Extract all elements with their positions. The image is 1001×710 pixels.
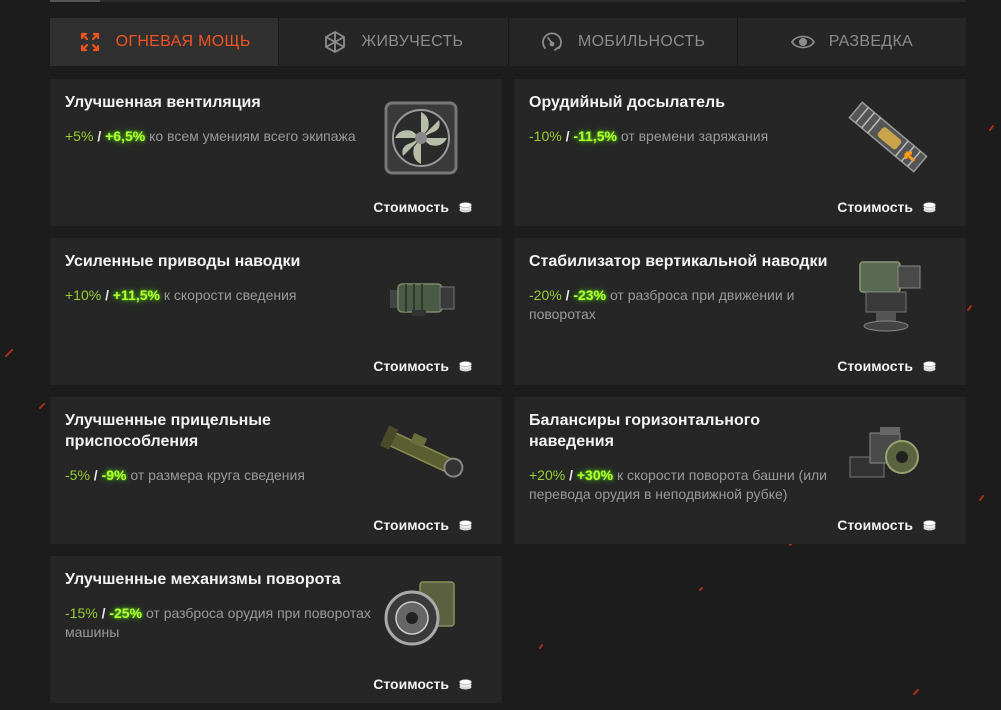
card-description: +10% / +11,5% к скорости сведения (65, 287, 297, 303)
cost-button[interactable]: Стоимость (373, 676, 472, 692)
equipment-card-rotation-mechanism[interactable]: Улучшенные механизмы поворота -15% / -25… (50, 556, 502, 703)
equipment-card-ventilation[interactable]: Улучшенная вентиляция +5% / +6,5% ко все… (50, 79, 502, 226)
effect-text: к скорости сведения (163, 287, 297, 303)
gun-rammer-image (848, 101, 928, 173)
credits-icon (459, 678, 472, 689)
card-title: Стабилизатор вертикальной наводки (529, 253, 828, 270)
card-description: +20% / +30% к скорости поворота башни (и… (529, 467, 828, 502)
value-improved: -23% (573, 287, 607, 303)
card-description: -20% / -23% от разброса при движении и п… (529, 287, 795, 322)
cost-button[interactable]: Стоимость (837, 517, 936, 533)
value-improved: -11,5% (573, 128, 617, 144)
rotation-mechanism-image (384, 581, 455, 646)
aiming-drive-motor-image (390, 283, 455, 316)
value-improved: +30% (576, 467, 614, 483)
tab-label: РАЗВЕДКА (828, 33, 914, 50)
speedometer-icon (540, 30, 564, 54)
value-standard: -5% (65, 467, 90, 483)
equipment-card-stabilizer[interactable]: Стабилизатор вертикальной наводки -20% /… (514, 238, 966, 385)
value-standard: +5% (65, 128, 94, 144)
stabilizer-image (859, 261, 921, 332)
effect-text: от времени заряжания (620, 128, 769, 144)
value-standard: -10% (529, 128, 562, 144)
card-title: Балансиры горизонтального наведения (529, 412, 760, 450)
card-description: -5% / -9% от размера круга сведения (65, 467, 305, 483)
credits-icon (459, 360, 472, 371)
effect-text: к скорости поворота башни (или перевода … (529, 467, 828, 502)
value-standard: +20% (529, 467, 566, 483)
tab-mobility[interactable]: МОБИЛЬНОСТЬ (509, 18, 738, 66)
value-improved: -25% (109, 605, 143, 621)
value-standard: -15% (65, 605, 98, 621)
gun-sight-image (379, 425, 464, 478)
crosshair-icon (78, 30, 102, 54)
card-description: -15% / -25% от разброса орудия при повор… (65, 605, 371, 640)
equipment-card-rammer[interactable]: Орудийный досылатель -10% / -11,5% от вр… (514, 79, 966, 226)
category-tabs: ОГНЕВАЯ МОЩЬ ЖИВУЧЕСТЬ МОБИЛЬНОСТЬ РАЗВЕ… (50, 18, 966, 66)
cost-button[interactable]: Стоимость (837, 199, 936, 215)
cost-button[interactable]: Стоимость (373, 358, 472, 374)
card-description: +5% / +6,5% ко всем умениям всего экипаж… (65, 128, 356, 144)
cost-button[interactable]: Стоимость (373, 517, 472, 533)
credits-icon (923, 360, 936, 371)
value-improved: +6,5% (105, 128, 146, 144)
ventilation-fan-image (384, 101, 458, 175)
equipment-card-balancers[interactable]: Балансиры горизонтального наведения +20%… (514, 397, 966, 544)
cost-button[interactable]: Стоимость (373, 199, 472, 215)
top-strip (50, 0, 966, 2)
card-title: Улучшенные прицельные приспособления (65, 412, 271, 450)
equipment-card-gun-sights[interactable]: Улучшенные прицельные приспособления -5%… (50, 397, 502, 544)
cost-button[interactable]: Стоимость (837, 358, 936, 374)
tab-label: ЖИВУЧЕСТЬ (361, 33, 464, 50)
tab-recon[interactable]: РАЗВЕДКА (738, 18, 966, 66)
card-title: Усиленные приводы наводки (65, 253, 301, 270)
value-improved: -9% (101, 467, 127, 483)
value-improved: +11,5% (112, 287, 160, 303)
card-title: Улучшенная вентиляция (65, 94, 261, 111)
armor-icon (323, 30, 347, 54)
tab-label: МОБИЛЬНОСТЬ (577, 33, 706, 50)
equipment-card-aiming-drives[interactable]: Усиленные приводы наводки +10% / +11,5% … (50, 238, 502, 385)
credits-icon (923, 519, 936, 530)
tab-survivability[interactable]: ЖИВУЧЕСТЬ (279, 18, 509, 66)
value-standard: -20% (529, 287, 562, 303)
effect-text: от размера круга сведения (130, 467, 305, 483)
card-title: Улучшенные механизмы поворота (65, 571, 341, 588)
effect-text: от разброса при движении и поворотах (529, 287, 795, 322)
effect-text: ко всем умениям всего экипажа (149, 128, 356, 144)
eye-icon (790, 30, 815, 54)
turret-balancer-image (849, 427, 919, 478)
value-standard: +10% (65, 287, 102, 303)
credits-icon (923, 201, 936, 212)
credits-icon (459, 201, 472, 212)
tab-label: ОГНЕВАЯ МОЩЬ (115, 33, 251, 50)
card-description: -10% / -11,5% от времени заряжания (529, 128, 769, 144)
credits-icon (459, 519, 472, 530)
card-title: Орудийный досылатель (529, 94, 726, 111)
tab-firepower[interactable]: ОГНЕВАЯ МОЩЬ (50, 18, 280, 66)
